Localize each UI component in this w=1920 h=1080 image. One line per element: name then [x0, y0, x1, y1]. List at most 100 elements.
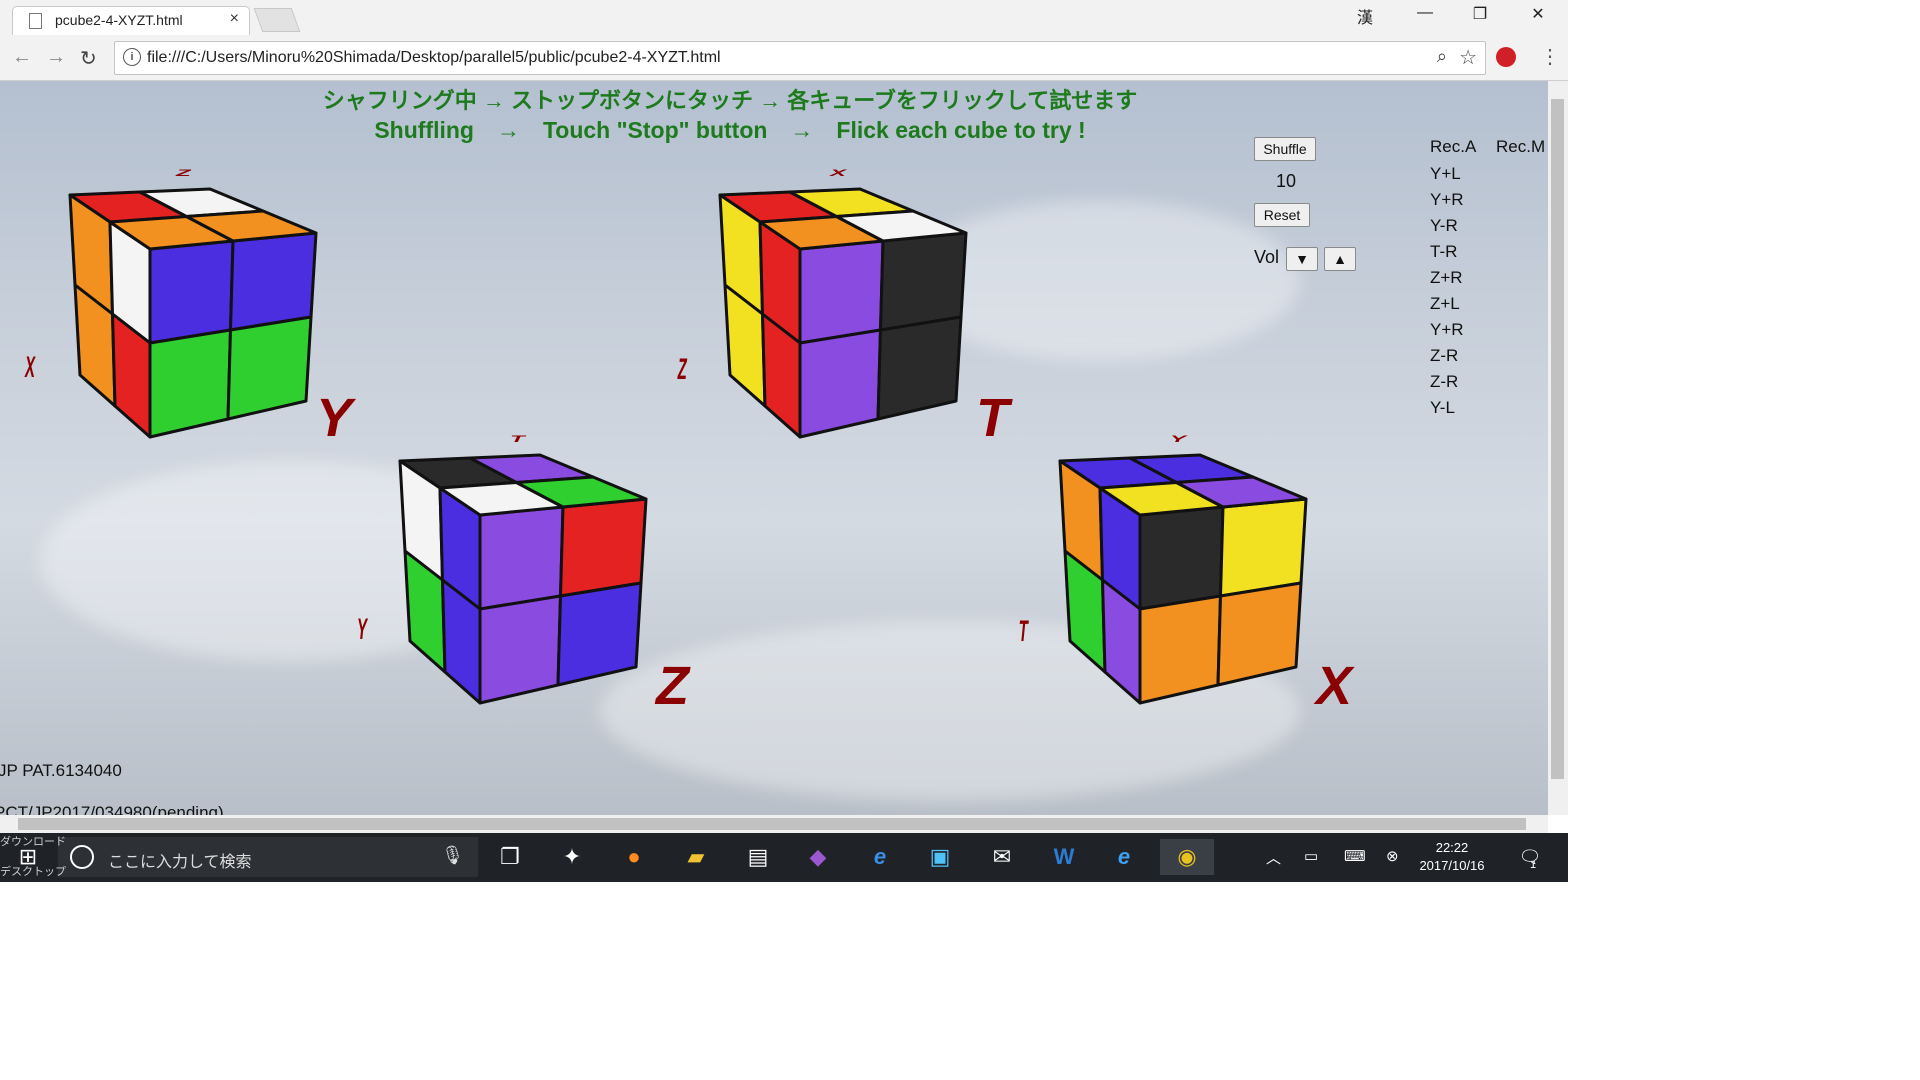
- pct-text: PCT/JP2017/034980(pending): [0, 803, 224, 815]
- horizontal-scrollbar[interactable]: [0, 815, 1548, 833]
- mail-icon[interactable]: ✉: [984, 839, 1020, 875]
- cube-z-side-label: Y: [357, 613, 368, 646]
- cube-sticker[interactable]: [148, 239, 235, 345]
- notification-count: 1: [1530, 859, 1537, 871]
- cube-sticker[interactable]: [879, 231, 968, 332]
- cube-x[interactable]: [1050, 453, 1330, 735]
- edge-icon[interactable]: e: [862, 839, 898, 875]
- cube-y-label: Y: [316, 388, 353, 448]
- new-tab-button[interactable]: [253, 8, 301, 32]
- network-icon[interactable]: ⊗: [1386, 847, 1399, 865]
- taskbar-clock[interactable]: 22:22 2017/10/16: [1412, 839, 1492, 875]
- taskbar-search[interactable]: ここに入力して検索 🎙: [58, 837, 478, 877]
- zoom-icon[interactable]: ⌕: [1437, 46, 1447, 67]
- cube-sticker[interactable]: [478, 594, 562, 705]
- shuffle-count: 10: [1276, 171, 1297, 191]
- desktop-label: ダウンロード: [0, 836, 66, 848]
- vertical-scrollbar[interactable]: [1548, 81, 1568, 815]
- cube-t-top-label: X: [830, 167, 847, 179]
- cube-z-top-label: T: [510, 433, 525, 445]
- tab-close-button[interactable]: ×: [230, 10, 239, 28]
- rec-a-item: Z-R: [1430, 346, 1459, 365]
- vertical-scroll-thumb[interactable]: [1551, 99, 1564, 779]
- desktop-label: デスクトップ: [0, 866, 66, 878]
- cube-t-side-label: Z: [677, 353, 687, 386]
- cube-y-top-label: Z: [176, 167, 191, 179]
- rec-a-item: Y-R: [1430, 216, 1458, 235]
- cube-sticker[interactable]: [1138, 505, 1225, 611]
- cube-sticker[interactable]: [1219, 497, 1308, 598]
- cube-sticker[interactable]: [478, 505, 565, 611]
- ime-icon[interactable]: 漢: [1345, 4, 1385, 28]
- cube-x-label: X: [1316, 656, 1353, 716]
- rec-m-header: Rec.M: [1496, 137, 1546, 156]
- task-view-icon[interactable]: ❐: [492, 839, 528, 875]
- rec-a-item: Y+R: [1430, 320, 1464, 339]
- cube-t[interactable]: [710, 187, 990, 469]
- volume-label: Vol: [1254, 247, 1280, 267]
- word-icon[interactable]: W: [1046, 839, 1082, 875]
- cube-sticker[interactable]: [1138, 594, 1222, 705]
- restore-button[interactable]: ❐: [1460, 4, 1500, 24]
- internet-explorer-icon[interactable]: e: [1106, 839, 1142, 875]
- reload-button[interactable]: ↻: [80, 46, 97, 71]
- address-bar[interactable]: i file:///C:/Users/Minoru%20Shimada/Desk…: [114, 41, 1486, 75]
- shuffle-button[interactable]: Shuffle: [1254, 137, 1316, 161]
- cube-x-side-label: T: [1018, 615, 1028, 648]
- rec-a-item: Z+R: [1430, 268, 1463, 287]
- menu-icon[interactable]: ⋮: [1540, 44, 1560, 69]
- rec-a-item: Y+L: [1430, 164, 1461, 183]
- file-explorer-icon[interactable]: ▰: [678, 839, 714, 875]
- tab-pcube[interactable]: pcube2-4-XYZT.html ×: [12, 6, 250, 35]
- rec-a-list: Y+L Y+R Y-R T-R Z+R Z+L Y+R Z-R Z-R Y-L: [1430, 163, 1464, 423]
- taskbar: ⊞ ここに入力して検索 🎙 ❐ ✦ ● ▰ ▤ ◆ e ▣ ✉ W e ◉ ︿ …: [0, 833, 1568, 882]
- visual-studio-icon[interactable]: ◆: [800, 839, 836, 875]
- cube-t-label: T: [976, 388, 1009, 448]
- patent-text: JP PAT.6134040: [0, 761, 122, 780]
- cube-sticker[interactable]: [798, 328, 882, 439]
- close-window-button[interactable]: ✕: [1518, 4, 1558, 24]
- reset-button[interactable]: Reset: [1254, 203, 1310, 227]
- cube-z[interactable]: [390, 453, 670, 735]
- app-icon[interactable]: ✦: [554, 839, 590, 875]
- tray-chevron-icon[interactable]: ︿: [1266, 847, 1281, 868]
- instruction-heading-en: Shuffling → Touch "Stop" button → Flick …: [374, 117, 1086, 143]
- tab-title: pcube2-4-XYZT.html: [55, 12, 183, 28]
- forward-button[interactable]: →: [46, 46, 66, 69]
- cube-x-top-label: Y: [1170, 433, 1187, 445]
- cube-sticker[interactable]: [556, 581, 643, 687]
- back-button[interactable]: ←: [12, 46, 32, 69]
- keyboard-icon[interactable]: ⌨: [1344, 847, 1366, 865]
- horizontal-scroll-thumb[interactable]: [18, 818, 1526, 830]
- cube-sticker[interactable]: [876, 315, 963, 421]
- cortana-icon[interactable]: [70, 845, 94, 869]
- cube-y-side-label: X: [25, 351, 36, 384]
- firefox-icon[interactable]: ●: [616, 839, 652, 875]
- cube-sticker[interactable]: [229, 231, 318, 332]
- cube-sticker[interactable]: [148, 328, 232, 439]
- remote-desktop-icon[interactable]: ▣: [922, 839, 958, 875]
- extension-icon[interactable]: [1496, 47, 1516, 67]
- page-viewport: シャフリング中 → ストップボタンにタッチ → 各キューブをフリックして試せます…: [0, 81, 1548, 815]
- rec-a-item: T-R: [1430, 242, 1458, 261]
- bookmark-star-icon[interactable]: ☆: [1459, 45, 1477, 70]
- cube-sticker[interactable]: [1216, 581, 1303, 687]
- clock-date: 2017/10/16: [1419, 858, 1485, 873]
- rec-a-item: Y-L: [1430, 398, 1455, 417]
- info-icon[interactable]: i: [123, 48, 141, 66]
- store-icon[interactable]: ▤: [740, 839, 776, 875]
- chrome-icon[interactable]: ◉: [1160, 839, 1214, 875]
- volume-down-button[interactable]: ▼: [1286, 247, 1318, 271]
- cube-y[interactable]: [60, 187, 340, 469]
- microphone-icon[interactable]: 🎙: [441, 845, 464, 866]
- url-text[interactable]: file:///C:/Users/Minoru%20Shimada/Deskto…: [147, 49, 721, 67]
- battery-icon[interactable]: ▭: [1304, 847, 1318, 865]
- page-icon: [29, 13, 42, 29]
- clock-time: 22:22: [1435, 840, 1469, 855]
- cube-sticker[interactable]: [559, 497, 648, 598]
- cube-sticker[interactable]: [226, 315, 313, 421]
- cube-sticker[interactable]: [798, 239, 885, 345]
- minimize-button[interactable]: —: [1405, 4, 1445, 22]
- rec-a-item: Z+L: [1430, 294, 1460, 313]
- volume-up-button[interactable]: ▲: [1324, 247, 1356, 271]
